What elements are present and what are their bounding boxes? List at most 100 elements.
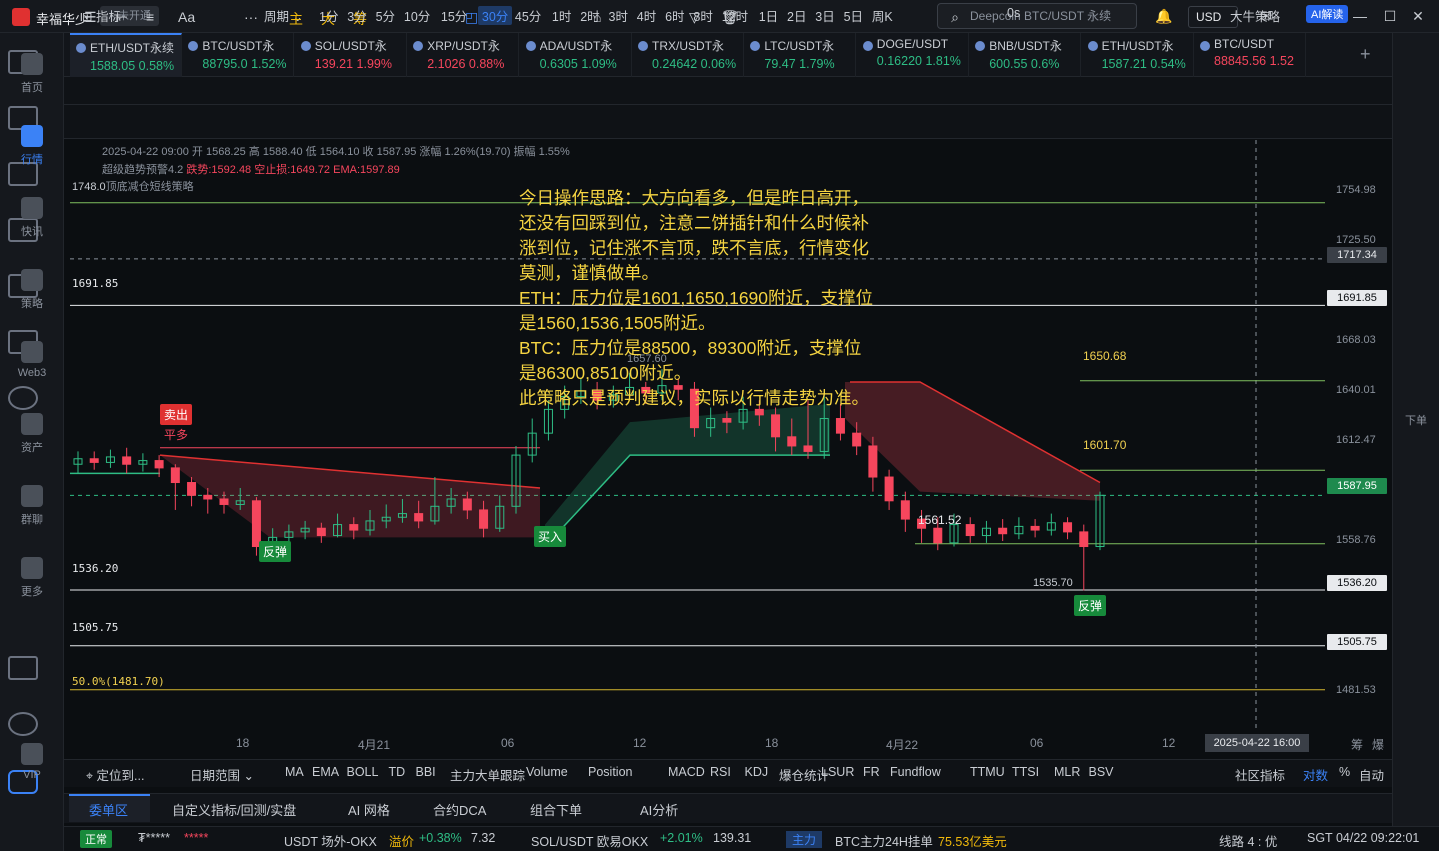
liquidation-toggle[interactable]: 爆 bbox=[1372, 736, 1384, 753]
indicator-10[interactable]: KDJ bbox=[745, 765, 769, 779]
symbol-tab[interactable]: BTC/USDT永 88795.0 1.52% bbox=[182, 33, 295, 77]
bottom-tab-0[interactable]: 委单区 bbox=[89, 800, 128, 819]
symbol-tab[interactable]: BTC/USDT 88845.56 1.52 bbox=[1194, 33, 1306, 77]
sidebar-item-0[interactable]: 首页 bbox=[0, 53, 64, 95]
period-13[interactable]: 12时 bbox=[722, 6, 748, 25]
indicator-15[interactable]: TTMU bbox=[970, 765, 1005, 779]
otc-pair[interactable]: USDT 场外-OKX bbox=[284, 831, 377, 850]
close-icon[interactable]: ✕ bbox=[1410, 8, 1426, 24]
period-18[interactable]: 周K bbox=[872, 6, 893, 25]
period-9[interactable]: 3时 bbox=[609, 6, 628, 25]
period-1[interactable]: 3分 bbox=[347, 6, 366, 25]
indicator-13[interactable]: FR bbox=[863, 765, 880, 779]
sidebar-item-1[interactable]: 行情 bbox=[0, 125, 64, 167]
period-17[interactable]: 5日 bbox=[844, 6, 863, 25]
indicator-0[interactable]: MA bbox=[285, 765, 304, 779]
main-tool[interactable]: 主 bbox=[289, 9, 303, 29]
hline-icon[interactable]: ⊢ bbox=[116, 9, 128, 26]
sidebar-item-4[interactable]: Web3 bbox=[0, 341, 64, 379]
order-icon[interactable] bbox=[8, 386, 38, 410]
sidebar-item-6[interactable]: 群聊 bbox=[0, 485, 64, 527]
tab-price: 0.16220 bbox=[876, 54, 922, 68]
username[interactable]: 幸福华少 bbox=[36, 9, 88, 28]
period-11[interactable]: 6时 bbox=[665, 6, 684, 25]
indicator-9[interactable]: RSI bbox=[710, 765, 731, 779]
indicator-18[interactable]: BSV bbox=[1089, 765, 1114, 779]
candle-body bbox=[852, 432, 862, 447]
symbol-tab[interactable]: ETH/USDT永 1587.21 0.54% bbox=[1082, 33, 1194, 77]
indicator-4[interactable]: BBI bbox=[416, 765, 436, 779]
period-14[interactable]: 1日 bbox=[759, 6, 778, 25]
bottom-tab-5[interactable]: AI分析 bbox=[640, 800, 678, 819]
maximize-icon[interactable]: ☐ bbox=[1382, 8, 1398, 24]
period-5[interactable]: 30分 bbox=[477, 6, 513, 25]
period-10[interactable]: 4时 bbox=[637, 6, 656, 25]
chip-toggle[interactable]: 筹 bbox=[1351, 736, 1363, 753]
symbol-tab[interactable]: DOGE/USDT 0.16220 1.81% bbox=[857, 33, 969, 77]
period-15[interactable]: 2日 bbox=[787, 6, 806, 25]
period-3[interactable]: 10分 bbox=[404, 6, 430, 25]
layout-icon[interactable] bbox=[8, 656, 38, 680]
symbol-tab[interactable]: ADA/USDT永 0.6305 1.09% bbox=[520, 33, 632, 77]
minimize-icon[interactable]: — bbox=[1352, 8, 1368, 24]
sidebar-item-3[interactable]: 策略 bbox=[0, 269, 64, 311]
symbol-tab[interactable]: XRP/USDT永 2.1026 0.88% bbox=[407, 33, 520, 77]
indicator-16[interactable]: TTSI bbox=[1012, 765, 1039, 779]
auto-scale-toggle[interactable]: 自动 bbox=[1359, 765, 1384, 784]
percent-toggle[interactable]: % bbox=[1339, 765, 1350, 779]
period-6[interactable]: 45分 bbox=[515, 6, 541, 25]
symbol-tab[interactable]: LTC/USDT永 79.47 1.79% bbox=[744, 33, 857, 77]
chat-icon bbox=[21, 485, 43, 507]
indicator-14[interactable]: Fundflow bbox=[890, 765, 941, 779]
period-0[interactable]: 1分 bbox=[319, 6, 338, 25]
indicator-17[interactable]: MLR bbox=[1054, 765, 1080, 779]
search-input[interactable]: Deepcoin BTC/USDT 永续 bbox=[937, 3, 1137, 29]
period-12[interactable]: 8时 bbox=[693, 6, 712, 25]
indicator-8[interactable]: MACD bbox=[668, 765, 705, 779]
bottom-tab-2[interactable]: AI 网格 bbox=[348, 800, 390, 819]
indicator-7[interactable]: Position bbox=[588, 765, 632, 779]
add-tab-icon[interactable]: + bbox=[1360, 44, 1371, 65]
period-8[interactable]: 2时 bbox=[580, 6, 599, 25]
network-line[interactable]: 线路 4 : 优 bbox=[1219, 831, 1277, 850]
symbol-tab[interactable]: BNB/USDT永 600.55 0.6% bbox=[969, 33, 1082, 77]
indicator-6[interactable]: Volume bbox=[526, 765, 568, 779]
log-scale-toggle[interactable]: 对数 bbox=[1303, 765, 1328, 784]
sidebar-item-5[interactable]: 资产 bbox=[0, 413, 64, 455]
symbol-tab[interactable]: ETH/USDT永续 1588.05 0.58% bbox=[70, 33, 182, 77]
community-indicators[interactable]: 社区指标 bbox=[1235, 765, 1285, 784]
bottom-tab-1[interactable]: 自定义指标/回测/实盘 bbox=[172, 800, 296, 819]
sidebar-item-7[interactable]: 更多 bbox=[0, 557, 64, 599]
symbol-tab[interactable]: TRX/USDT永 0.24642 0.06% bbox=[632, 33, 744, 77]
period-4[interactable]: 15分 bbox=[441, 6, 467, 25]
sol-pair[interactable]: SOL/USDT 欧易OKX bbox=[531, 831, 648, 850]
period-2[interactable]: 5分 bbox=[376, 6, 395, 25]
period-7[interactable]: 1时 bbox=[552, 6, 571, 25]
multiline-icon[interactable]: ≡ bbox=[146, 9, 154, 25]
order-label[interactable]: 下单 bbox=[1405, 412, 1427, 428]
sidebar-item-2[interactable]: 快讯 bbox=[0, 197, 64, 239]
sidebar-item-8[interactable]: VIP bbox=[0, 743, 64, 781]
ai-interpret-button[interactable]: AI解读 bbox=[1306, 5, 1349, 23]
bell-icon[interactable]: 🔔 bbox=[1155, 8, 1172, 24]
indicator-2[interactable]: BOLL bbox=[347, 765, 379, 779]
candle-body bbox=[900, 500, 910, 520]
menu-icon[interactable]: ☰ bbox=[84, 9, 97, 26]
period-16[interactable]: 3日 bbox=[815, 6, 834, 25]
indicator-3[interactable]: TD bbox=[389, 765, 406, 779]
bottom-tab-3[interactable]: 合约DCA bbox=[433, 800, 486, 819]
tab-price: 0.24642 bbox=[652, 57, 698, 71]
strategy-select[interactable]: 大牛策略 bbox=[1230, 6, 1280, 25]
time-tick: 06 bbox=[1030, 736, 1044, 750]
more-icon[interactable]: ··· bbox=[244, 9, 258, 25]
indicator-5[interactable]: 主力大单跟踪 bbox=[450, 765, 525, 784]
indicator-12[interactable]: LSUR bbox=[821, 765, 854, 779]
locate-button[interactable]: ⌖ 定位到... bbox=[86, 765, 144, 784]
symbol-tab[interactable]: SOL/USDT永 139.21 1.99% bbox=[295, 33, 407, 77]
chart-icon bbox=[21, 125, 43, 147]
bottom-tab-4[interactable]: 组合下单 bbox=[530, 800, 582, 819]
headset-icon[interactable] bbox=[8, 712, 38, 736]
date-range-select[interactable]: 日期范围 ⌄ bbox=[190, 765, 254, 784]
indicator-1[interactable]: EMA bbox=[312, 765, 339, 779]
text-icon[interactable]: Aa bbox=[178, 9, 195, 25]
